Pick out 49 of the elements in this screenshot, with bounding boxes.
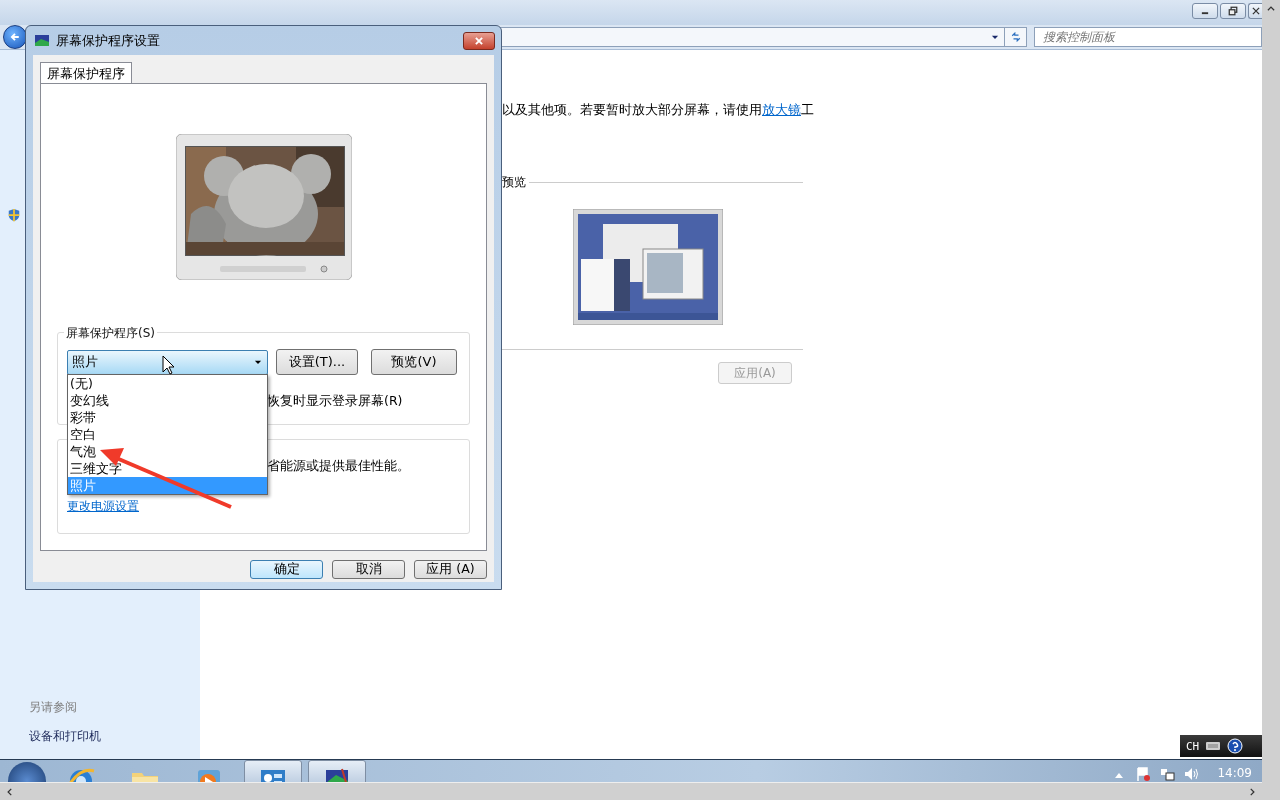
scroll-left-icon — [5, 786, 15, 797]
volume-icon[interactable] — [1183, 766, 1200, 782]
taskbar-button[interactable] — [244, 760, 302, 782]
network-icon[interactable] — [1159, 766, 1176, 782]
scroll-right-icon — [1247, 786, 1257, 797]
scroll-up-icon — [1266, 4, 1276, 14]
dialog-button[interactable]: 应用 (A) — [414, 560, 487, 579]
description-text: 以及其他项。若要暂时放大部分屏幕，请使用放大镜工 — [502, 102, 815, 119]
horizontal-scrollbar[interactable] — [0, 782, 1262, 800]
flag-icon[interactable] — [1135, 766, 1152, 782]
dialog-button[interactable]: 确定 — [250, 560, 323, 579]
sidebar-link[interactable]: 设备和打印机 — [29, 728, 200, 745]
taskbar-button[interactable] — [308, 760, 366, 782]
dropdown-option[interactable]: 气泡 — [68, 443, 267, 460]
checkbox-label[interactable]: 恢复时显示登录屏幕(R) — [267, 393, 469, 410]
close-button[interactable] — [463, 31, 495, 50]
dropdown-option[interactable]: 空白 — [68, 426, 267, 443]
language-indicator[interactable]: CH — [1186, 739, 1200, 753]
restore-icon — [1228, 6, 1238, 16]
tab[interactable]: 屏幕保护程序 — [40, 62, 132, 84]
help-icon[interactable] — [1227, 738, 1244, 754]
dialog-title: 屏幕保护程序设置 — [56, 31, 160, 50]
shield-icon — [7, 207, 21, 223]
power-settings-link[interactable]: 更改电源设置 — [67, 498, 139, 515]
preview-button[interactable]: 预览(V) — [371, 349, 457, 375]
back-arrow-icon — [10, 32, 20, 42]
settings-button[interactable]: 设置(T)... — [276, 349, 358, 375]
group-label: 屏幕保护程序(S) — [64, 325, 157, 342]
dropdown-option[interactable]: 变幻线 — [68, 392, 267, 409]
restore-button[interactable] — [1220, 3, 1246, 19]
screensaver-icon — [34, 32, 50, 49]
dialog-button[interactable]: 取消 — [332, 560, 405, 579]
screensaver-dropdown[interactable]: 照片 — [67, 349, 268, 375]
preview-heading: 预览 — [502, 174, 526, 191]
close-icon — [474, 35, 484, 46]
dropdown-option[interactable]: (无) — [68, 375, 267, 392]
see-also-heading: 另请参阅 — [29, 699, 78, 716]
search-field[interactable]: 搜索控制面板 — [1034, 27, 1262, 47]
magnifier-link[interactable]: 放大镜 — [762, 102, 801, 117]
back-button[interactable] — [3, 25, 27, 49]
power-description: 省能源或提供最佳性能。 — [267, 458, 411, 475]
dropdown-option[interactable]: 彩带 — [68, 409, 267, 426]
address-bar[interactable] — [500, 27, 1005, 47]
minimize-button[interactable] — [1192, 3, 1218, 19]
refresh-icon — [1010, 32, 1021, 42]
close-button[interactable] — [1248, 3, 1262, 19]
vertical-scrollbar[interactable] — [1262, 0, 1280, 800]
refresh-button[interactable] — [1005, 27, 1027, 47]
close-icon — [1250, 6, 1261, 16]
